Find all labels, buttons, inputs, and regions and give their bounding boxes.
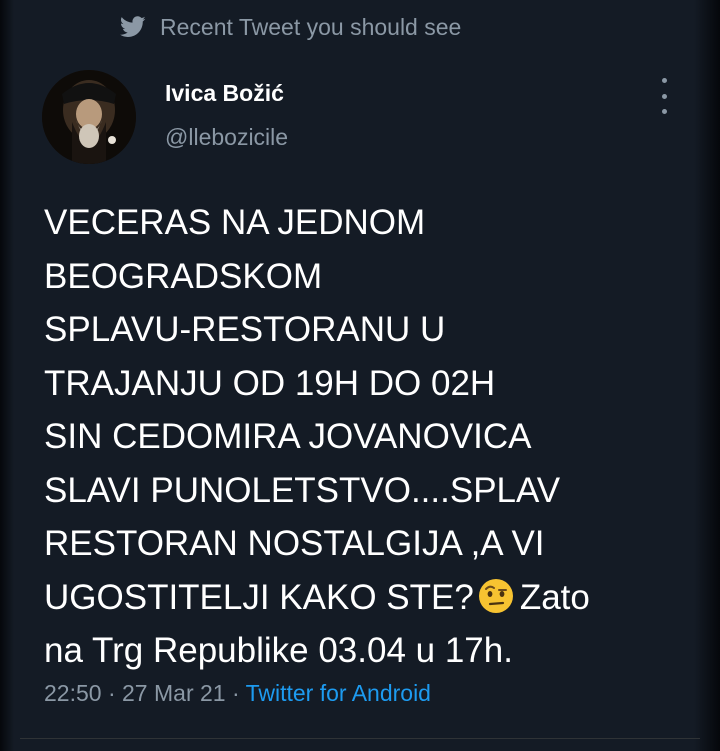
menu-dot (661, 109, 667, 114)
left-edge-shadow (0, 0, 14, 751)
recent-tweet-context: Recent Tweet you should see (120, 10, 461, 44)
more-options-icon[interactable] (652, 78, 676, 114)
tweet-line: TRAJANJU OD 19H DO 02H (44, 363, 496, 403)
tweet-text: VECERAS NA JEDNOM BEOGRADSKOM SPLAVU-RES… (44, 196, 684, 678)
tweet-line: VECERAS NA JEDNOM (44, 203, 426, 242)
tweet-source-link[interactable]: Twitter for Android (246, 680, 431, 706)
tweet-line-part: UGOSTITELJI KAKO STE? (44, 577, 474, 617)
author-handle[interactable]: @llebozicile (165, 124, 288, 151)
tweet-line: RESTORAN NOSTALGIJA ,A VI (44, 524, 545, 563)
right-edge-shadow (694, 0, 720, 751)
menu-dot (661, 78, 667, 83)
tweet-line: SLAVI PUNOLETSTVO....SPLAV (44, 470, 561, 510)
tweet-line: SPLAVU-RESTORANU U (44, 310, 446, 349)
tweet-line: na Trg Republike 03.04 u 17h. (44, 631, 513, 670)
avatar[interactable] (42, 70, 136, 164)
tweet-line: BEOGRADSKOM (44, 256, 323, 296)
tweet-metadata: 22:50 · 27 Mar 21 · Twitter for Android (44, 680, 431, 707)
tweet-date[interactable]: 27 Mar 21 (122, 680, 226, 706)
meta-separator: · (101, 680, 123, 706)
tweet-screenshot: Recent Tweet you should see Ivica Božić … (0, 0, 720, 751)
tweet-time[interactable]: 22:50 (44, 680, 102, 706)
meta-separator: · (225, 680, 246, 706)
twitter-bird-icon (120, 16, 146, 37)
tweet-line: SIN CEDOMIRA JOVANOVICA (44, 417, 532, 456)
tweet-line-part: Zato (519, 577, 590, 617)
avatar-image (42, 70, 136, 164)
tweet-line: UGOSTITELJI KAKO STE? Zato (44, 571, 684, 625)
menu-dot (661, 93, 667, 99)
context-label: Recent Tweet you should see (160, 13, 462, 40)
author-name[interactable]: Ivica Božić (165, 80, 284, 107)
raised-eyebrow-face-emoji (478, 578, 513, 613)
divider (20, 738, 700, 739)
